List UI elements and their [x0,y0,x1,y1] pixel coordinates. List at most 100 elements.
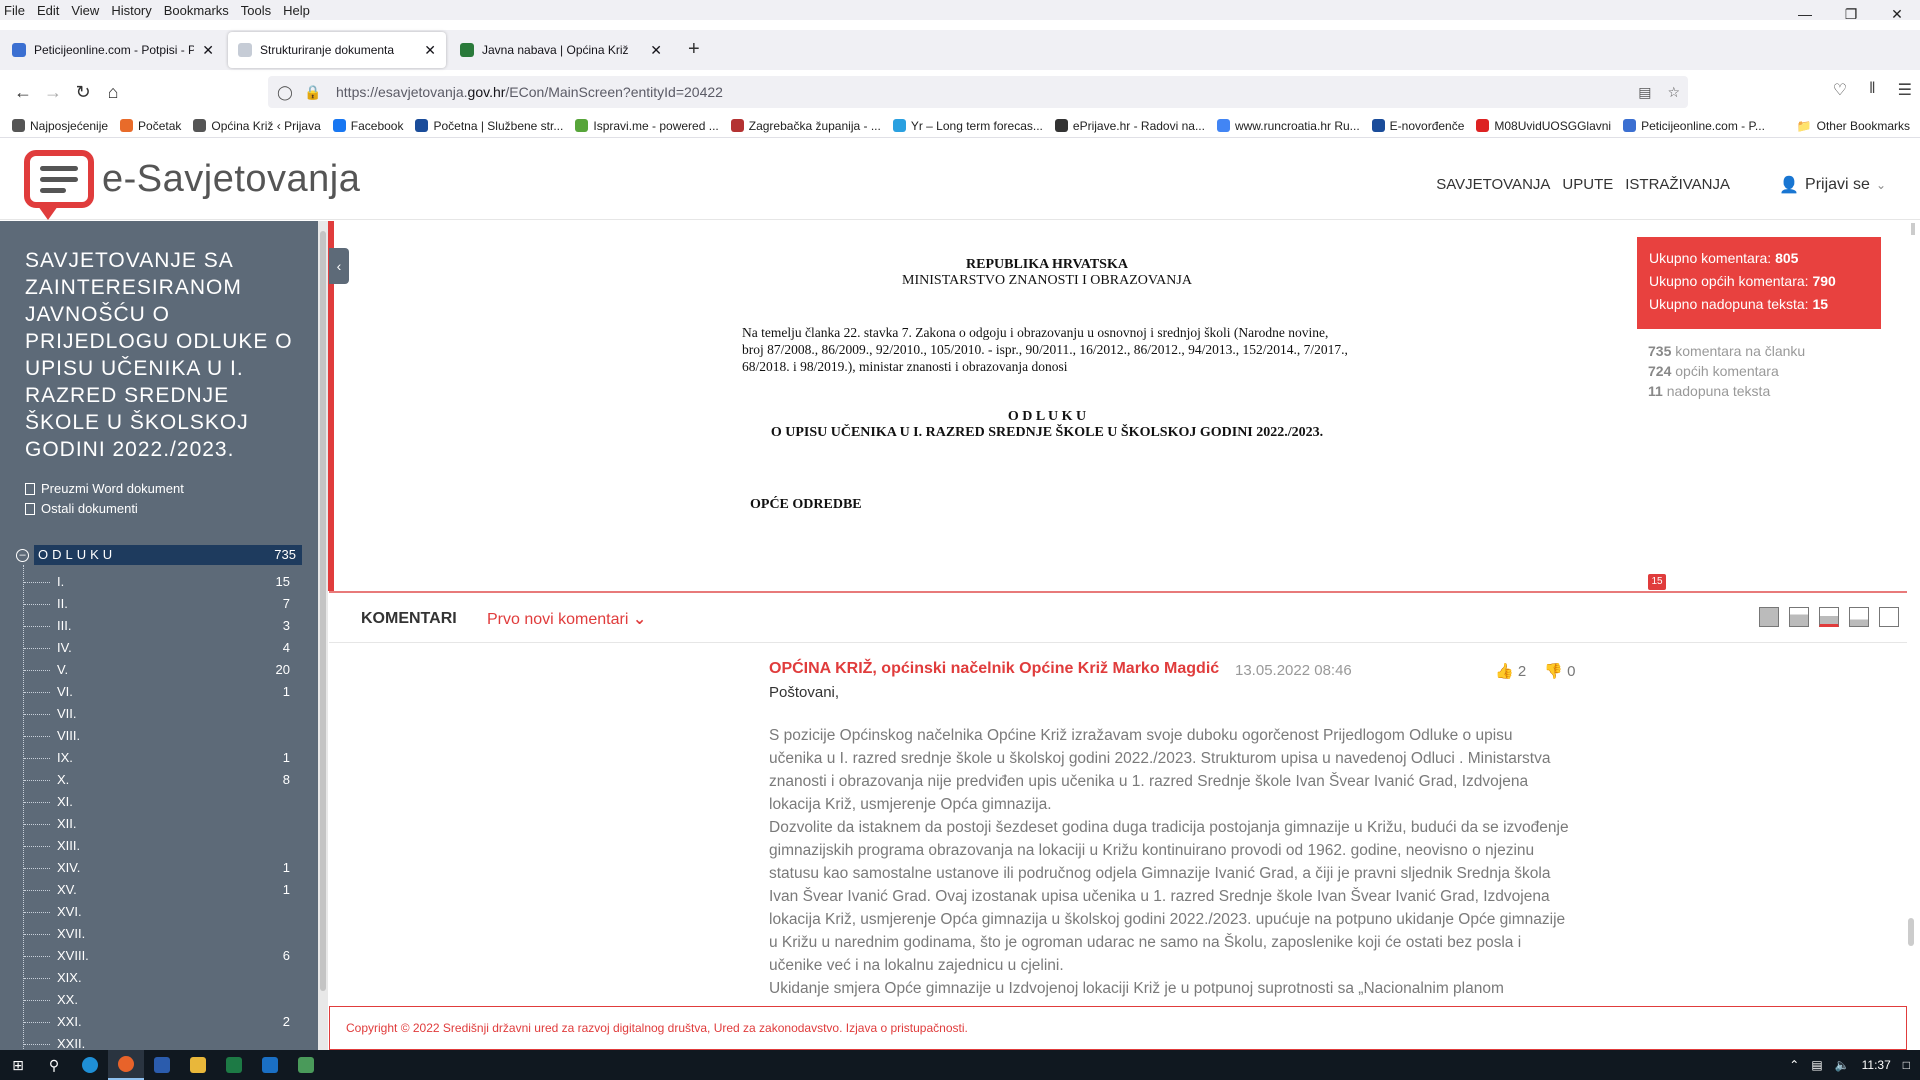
reload-icon[interactable]: ↻ [68,82,98,103]
layout-full-doc-icon[interactable] [1759,607,1779,627]
address-bar[interactable]: ◯ 🔒 https://esavjetovanja.gov.hr/ECon/Ma… [268,76,1688,108]
firefox-icon[interactable] [108,1050,144,1080]
nav-istrazivanja[interactable]: ISTRAŽIVANJA [1625,176,1730,193]
start-icon[interactable]: ⊞ [0,1050,36,1080]
layout-top-icon[interactable] [1789,607,1809,627]
nav-savjetovanja[interactable]: SAVJETOVANJA [1436,176,1550,193]
menu-bookmarks[interactable]: Bookmarks [158,3,235,18]
layout-split-icon[interactable] [1819,607,1839,627]
toc-item[interactable]: XII. [24,813,302,835]
home-icon[interactable]: ⌂ [98,82,128,103]
toc-item[interactable]: I. 15 [24,571,302,593]
word-icon[interactable] [144,1050,180,1080]
bookmark-item[interactable]: Početna | Službene str... [415,119,563,133]
toc-item[interactable]: XIX. [24,967,302,989]
outlook-icon[interactable] [252,1050,288,1080]
toc-item[interactable]: XXI. 2 [24,1011,302,1033]
chevron-up-icon[interactable]: ⌃ [1789,1058,1799,1072]
restore-icon[interactable]: ❐ [1828,0,1874,28]
bookmark-item[interactable]: E-novorđenče [1371,119,1464,133]
toc-item[interactable]: XX. [24,989,302,1011]
forward-icon[interactable]: → [38,82,68,103]
bookmark-item[interactable]: www.runcroatia.hr Ru... [1216,119,1360,133]
search-icon[interactable]: ⚲ [36,1050,72,1080]
close-tab-icon[interactable]: ✕ [650,42,662,59]
layout-bottom-icon[interactable] [1849,607,1869,627]
sort-dropdown[interactable]: Prvo novi komentari ⌄ [487,609,646,629]
tab-peticijeonline[interactable]: Peticijeonline.com - Potpisi - Pe ✕ [2,32,224,68]
document-scrollbar[interactable] [1908,221,1918,591]
amendments-badge[interactable]: 15 [1648,574,1666,590]
nav-upute[interactable]: UPUTE [1562,176,1613,193]
like-button[interactable]: 👍 2 [1495,662,1526,680]
site-logo[interactable]: e-Savjetovanja [24,150,360,220]
other-documents-link[interactable]: Ostali dokumenti [25,499,184,519]
menu-view[interactable]: View [65,3,105,18]
notifications-icon[interactable]: □ [1903,1058,1910,1072]
close-tab-icon[interactable]: ✕ [424,42,436,59]
toc-item[interactable]: IV. 4 [24,637,302,659]
doc-section-heading[interactable]: OPĆE ODREDBE [750,497,1352,513]
reader-view-icon[interactable]: ▤ [1638,84,1651,101]
panel-divider[interactable] [329,591,1907,593]
other-bookmarks[interactable]: 📁 Other Bookmarks [1797,119,1910,133]
app-icon[interactable] [288,1050,324,1080]
bookmark-item[interactable]: Peticijeonline.com - P... [1623,119,1765,133]
login-button[interactable]: 👤 Prijavi se ⌄ [1779,175,1886,195]
menu-file[interactable]: File [0,3,31,18]
bookmark-item[interactable]: M08UvidUOSGGlavni [1476,119,1611,133]
menu-history[interactable]: History [105,3,157,18]
bookmark-item[interactable]: Yr – Long term forecas... [892,119,1043,133]
toc-item[interactable]: VIII. [24,725,302,747]
toc-root-odluku[interactable]: ODLUKU 735 [34,545,302,565]
hamburger-menu-icon[interactable]: ☰ [1898,80,1912,100]
toc-item[interactable]: XIV. 1 [24,857,302,879]
toc-item[interactable]: XV. 1 [24,879,302,901]
toc-item[interactable]: V. 20 [24,659,302,681]
layout-comments-only-icon[interactable] [1879,607,1899,627]
bookmark-item[interactable]: ePrijave.hr - Radovi na... [1054,119,1205,133]
bookmark-item[interactable]: Zagrebačka županija - ... [730,119,881,133]
toc-item[interactable]: XVII. [24,923,302,945]
toc-item[interactable]: VI. 1 [24,681,302,703]
new-tab-icon[interactable]: + [688,38,700,61]
toc-item[interactable]: X. 8 [24,769,302,791]
bookmark-item[interactable]: Facebook [332,119,403,133]
toc-item[interactable]: VII. [24,703,302,725]
bookmark-star-icon[interactable]: ☆ [1667,84,1680,101]
menu-tools[interactable]: Tools [235,3,277,18]
url-text[interactable]: https://esavjetovanja.gov.hr/ECon/MainSc… [336,84,723,100]
close-tab-icon[interactable]: ✕ [202,42,214,59]
minimize-icon[interactable]: — [1782,0,1828,28]
collapse-sidebar-button[interactable]: ‹ [329,248,349,284]
tab-strukturiranje[interactable]: Strukturiranje dokumenta ✕ [228,32,446,68]
doc-odluku[interactable]: O D L U K U [742,409,1352,425]
bookmark-item[interactable]: Općina Križ ‹ Prijava [193,119,321,133]
lock-icon[interactable]: 🔒 [302,84,324,101]
shield-icon[interactable]: ◯ [274,84,296,101]
volume-icon[interactable]: 🔈 [1835,1058,1850,1072]
bookmark-item[interactable]: Početak [120,119,181,133]
edge-icon[interactable] [72,1050,108,1080]
menu-edit[interactable]: Edit [31,3,65,18]
doc-subtitle[interactable]: O UPISU UČENIKA U I. RAZRED SREDNJE ŠKOL… [762,425,1332,441]
toc-item[interactable]: III. 3 [24,615,302,637]
close-window-icon[interactable]: ✕ [1874,0,1920,28]
back-icon[interactable]: ← [8,82,38,103]
sidebar-scrollbar[interactable] [318,221,328,1050]
toc-item[interactable]: XI. [24,791,302,813]
doc-preamble[interactable]: Na temelju članka 22. stavka 7. Zakona o… [742,324,1352,375]
library-icon[interactable]: ‖ [1869,80,1876,100]
collapse-toc-icon[interactable]: – [16,549,29,562]
network-icon[interactable]: ▤ [1811,1058,1822,1072]
clock[interactable]: 11:37 [1862,1058,1891,1072]
toc-item[interactable]: XVIII. 6 [24,945,302,967]
menu-help[interactable]: Help [277,3,316,18]
excel-icon[interactable] [216,1050,252,1080]
download-word-link[interactable]: Preuzmi Word dokument [25,479,184,499]
tab-javna-nabava[interactable]: Javna nabava | Općina Križ ✕ [450,32,672,68]
dislike-button[interactable]: 👎 0 [1544,662,1575,680]
toc-item[interactable]: IX. 1 [24,747,302,769]
bookmark-item[interactable]: Najposjećenije [12,119,108,133]
toc-item[interactable]: II. 7 [24,593,302,615]
